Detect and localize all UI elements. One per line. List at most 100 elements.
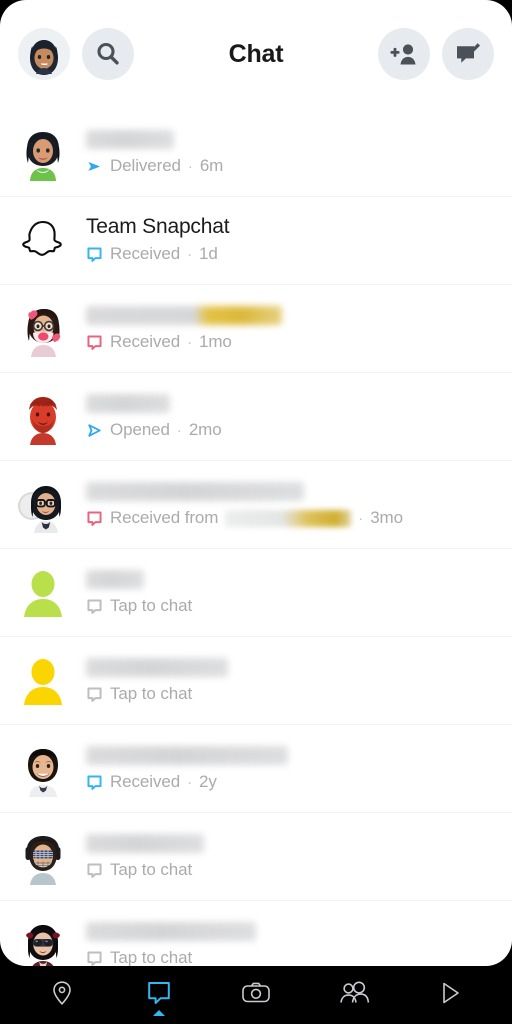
arrow-filled-icon	[88, 161, 101, 171]
status-time: 1mo	[198, 332, 232, 351]
profile-avatar-button[interactable]	[18, 28, 70, 80]
chat-status: Received · 1d	[86, 244, 498, 264]
chat-row-text: Tap to chat	[86, 920, 498, 966]
bitmoji-dark-hair-green-top-icon	[26, 132, 60, 181]
redacted-sender-bar	[225, 509, 352, 527]
status-time: 2y	[198, 772, 217, 791]
default-silhouette-yellow-icon	[24, 659, 62, 705]
avatar	[12, 561, 74, 623]
nav-item-friends[interactable]	[322, 968, 384, 1018]
new-chat-button[interactable]	[442, 28, 494, 80]
avatar	[12, 385, 74, 447]
status-text: Tap to chat	[110, 860, 193, 879]
avatar	[12, 121, 74, 183]
chat-row-text: Team Snapchat Received · 1d	[86, 216, 498, 264]
chat-row-text: Delivered · 6m	[86, 128, 498, 176]
redacted-name-bar	[86, 569, 144, 589]
avatar	[12, 825, 74, 887]
chat-row[interactable]: Tap to chat	[0, 636, 512, 724]
chat-bubble-icon	[148, 982, 170, 1004]
redacted-name-bar	[86, 921, 256, 941]
status-separator: ·	[358, 509, 364, 527]
bottom-navigation-bar	[0, 966, 512, 1024]
redacted-name-bar	[86, 305, 282, 325]
status-time: 3mo	[370, 508, 403, 527]
header-left-group	[18, 28, 134, 80]
chat-status: Opened · 2mo	[86, 420, 498, 440]
chat-name	[86, 392, 498, 414]
avatar	[12, 649, 74, 711]
chat-row-text: Opened · 2mo	[86, 392, 498, 440]
people-icon	[339, 981, 369, 1003]
default-silhouette-green-icon	[24, 571, 62, 617]
status-separator: ·	[187, 157, 193, 175]
status-text: Received	[110, 772, 181, 791]
chat-name-text: Team Snapchat	[86, 215, 230, 238]
chat-row[interactable]: Received · 1mo	[0, 284, 512, 372]
chat-status: Tap to chat	[86, 684, 498, 704]
chat-square-outline-icon	[87, 774, 102, 790]
new-chat-pencil-icon	[457, 43, 480, 63]
bitmoji-heart-glasses-mask-icon	[27, 309, 61, 357]
active-tab-indicator	[153, 1010, 166, 1016]
chat-list: Delivered · 6m Team Snapchat Received · …	[0, 108, 512, 966]
chat-status: Received from · 3mo	[86, 508, 498, 528]
chat-name	[86, 128, 498, 150]
snapchat-chat-screen: Chat Delivered · 6m Team Snapchat Receiv…	[0, 0, 512, 1024]
status-time: 6m	[199, 156, 224, 175]
chat-square-outline-icon	[87, 686, 102, 702]
chat-name	[86, 744, 498, 766]
status-separator: ·	[176, 421, 182, 439]
redacted-name-bar	[86, 393, 170, 413]
chat-status: Received · 2y	[86, 772, 498, 792]
location-pin-icon	[53, 981, 72, 1005]
profile-bitmoji-icon	[18, 28, 70, 80]
status-separator: ·	[187, 245, 192, 263]
add-friend-button[interactable]	[378, 28, 430, 80]
arrow-outline-icon	[88, 423, 101, 437]
chat-square-outline-icon	[87, 598, 102, 614]
chat-name	[86, 656, 498, 678]
chat-row[interactable]: Tap to chat	[0, 812, 512, 900]
chat-name	[86, 568, 498, 590]
status-text: Received	[110, 244, 181, 263]
chat-row[interactable]: Tap to chat	[0, 900, 512, 966]
chat-row[interactable]: Delivered · 6m	[0, 108, 512, 196]
redacted-name-bar	[86, 657, 228, 677]
redacted-name-bar	[86, 833, 204, 853]
search-button[interactable]	[82, 28, 134, 80]
avatar	[12, 737, 74, 799]
chat-row[interactable]: Team Snapchat Received · 1d	[0, 196, 512, 284]
content-sheet: Chat Delivered · 6m Team Snapchat Receiv…	[0, 0, 512, 966]
nav-item-spotlight[interactable]	[419, 968, 481, 1018]
chat-square-outline-icon	[87, 510, 102, 526]
avatar	[12, 913, 74, 966]
chat-name	[86, 304, 498, 326]
chat-status: Delivered · 6m	[86, 156, 498, 176]
status-text: Received	[110, 332, 181, 351]
nav-item-camera[interactable]	[225, 968, 287, 1018]
status-text: Tap to chat	[110, 948, 193, 966]
chat-row-text: Tap to chat	[86, 568, 498, 616]
nav-item-chat[interactable]	[128, 968, 190, 1018]
chat-name	[86, 832, 498, 854]
nav-item-map[interactable]	[31, 968, 93, 1018]
status-text: Delivered	[110, 156, 181, 175]
app-header: Chat	[0, 0, 512, 108]
chat-name	[86, 480, 498, 502]
status-text: Received from	[110, 508, 219, 527]
chat-row[interactable]: Received · 2y	[0, 724, 512, 812]
chat-row[interactable]: Opened · 2mo	[0, 372, 512, 460]
status-time: 2mo	[188, 420, 222, 439]
chat-status: Received · 1mo	[86, 332, 498, 352]
search-icon	[97, 42, 119, 65]
bitmoji-red-beard-icon	[29, 397, 57, 445]
chat-row-text: Received from · 3mo	[86, 480, 498, 528]
chat-square-outline-icon	[87, 862, 102, 878]
chat-row[interactable]: Received from · 3mo	[0, 460, 512, 548]
status-separator: ·	[187, 773, 192, 791]
chat-status: Tap to chat	[86, 948, 498, 966]
bitmoji-dark-hair-man-icon	[28, 749, 58, 797]
play-triangle-icon	[442, 982, 459, 1004]
chat-row[interactable]: Tap to chat	[0, 548, 512, 636]
